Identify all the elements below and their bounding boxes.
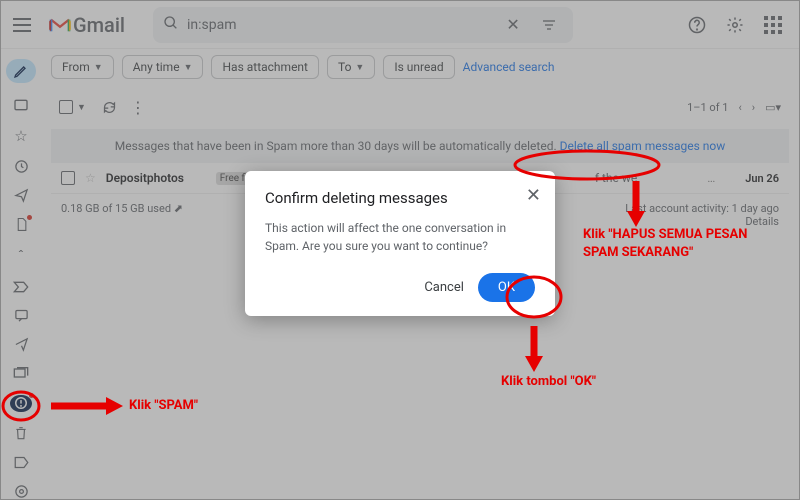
ok-button[interactable]: OK <box>478 273 535 302</box>
annotation-ok: Klik tombol "OK" <box>501 374 596 389</box>
annotation-delete-all: Klik "HAPUS SEMUA PESAN SPAM SEKARANG" <box>583 226 763 262</box>
modal-body: This action will affect the one conversa… <box>265 219 535 255</box>
confirm-modal: ✕ Confirm deleting messages This action … <box>245 171 555 316</box>
annotation-spam: Klik "SPAM" <box>129 398 198 413</box>
modal-close-icon[interactable]: ✕ <box>526 185 541 206</box>
modal-title: Confirm deleting messages <box>265 189 535 207</box>
cancel-button[interactable]: Cancel <box>424 280 464 295</box>
